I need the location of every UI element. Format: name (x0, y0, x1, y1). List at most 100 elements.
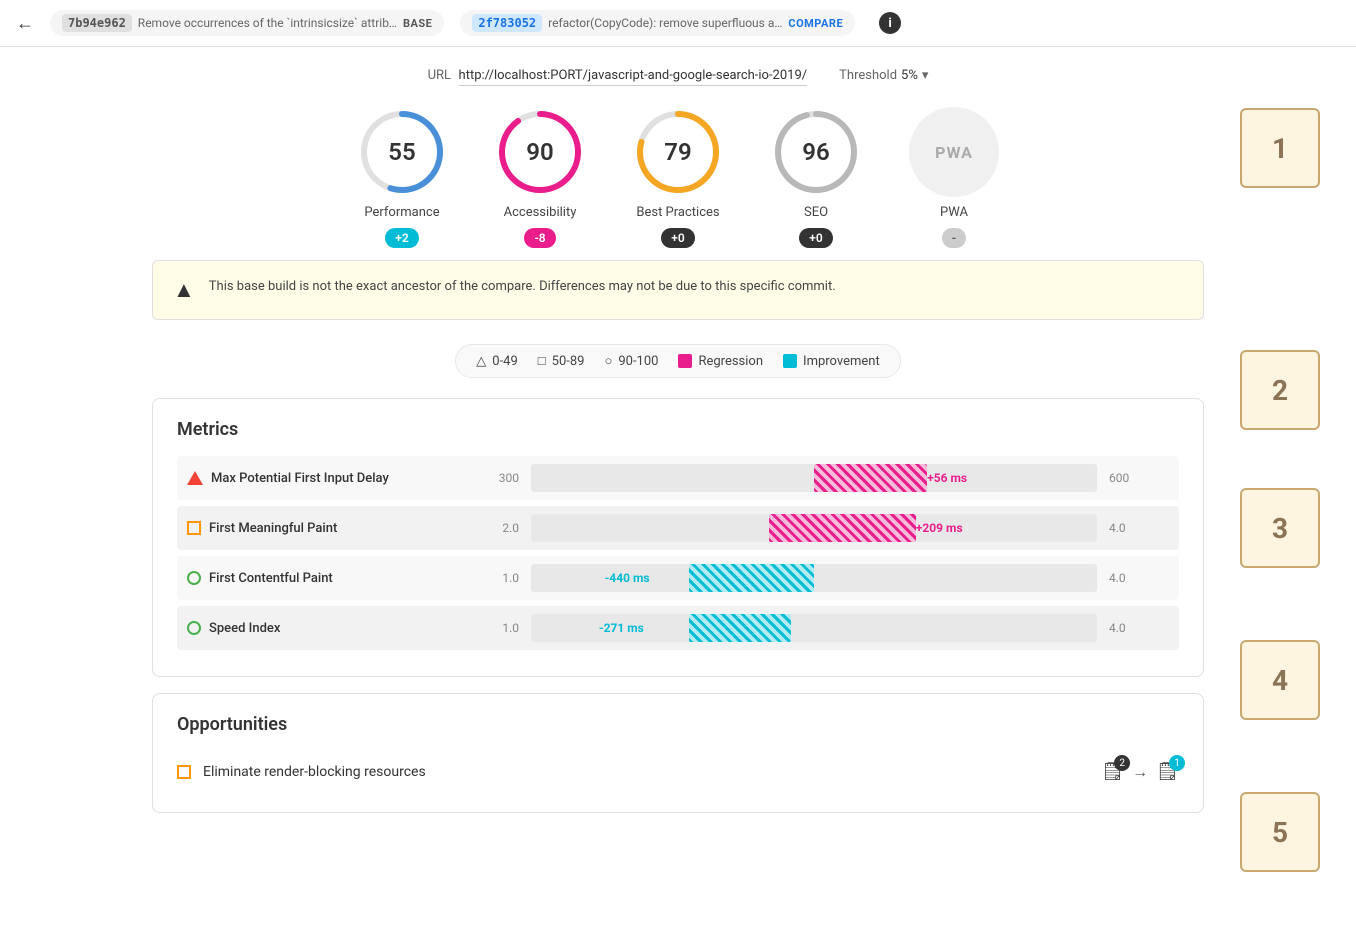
compare-tag: COMPARE (788, 17, 843, 30)
compare-count-badge: 1 (1169, 755, 1185, 771)
legend-improvement-label: Improvement (803, 354, 880, 369)
legend-circle-icon: ○ (604, 353, 612, 369)
arrow-right-icon: → (1132, 762, 1148, 782)
performance-value: 55 (388, 138, 415, 166)
fid-bar-label: +56 ms (927, 471, 967, 485)
si-max: 4.0 (1109, 621, 1169, 635)
fid-bar-segment (814, 464, 927, 492)
metric-max-potential-fid: Max Potential First Input Delay 300 +56 … (177, 456, 1179, 500)
threshold-label: Threshold (839, 68, 897, 83)
fcp-bar-label: -440 ms (605, 571, 650, 585)
info-icon[interactable]: i (879, 12, 901, 34)
fid-min: 300 (459, 471, 519, 485)
fid-label: Max Potential First Input Delay (211, 471, 389, 486)
opportunities-title: Opportunities (177, 714, 1179, 735)
fid-bar: +56 ms (531, 464, 1097, 492)
annotation-box-3: 3 (1240, 488, 1320, 568)
score-performance: 55 Performance +2 (357, 107, 447, 248)
accessibility-badge: -8 (524, 228, 555, 248)
threshold-value: 5% (901, 68, 918, 83)
best-practices-label: Best Practices (636, 205, 719, 220)
opp-name: Eliminate render-blocking resources (203, 764, 426, 780)
legend-90-100: ○ 90-100 (604, 353, 658, 369)
url-value: http://localhost:PORT/javascript-and-goo… (459, 68, 808, 86)
annotation-box-5: 5 (1240, 792, 1320, 872)
seo-value: 96 (802, 138, 829, 166)
score-pwa: PWA PWA - (909, 107, 999, 248)
compare-report-button[interactable]: 🗒 1 (1156, 761, 1179, 782)
base-report-button[interactable]: 🗒 2 (1101, 761, 1124, 782)
metric-name-fid: Max Potential First Input Delay (187, 471, 447, 486)
score-seo: 96 SEO +0 (771, 107, 861, 248)
compare-hash: 2f783052 (472, 14, 542, 32)
legend-90-100-label: 90-100 (618, 354, 658, 369)
best-practices-badge: +0 (661, 228, 694, 248)
legend: △ 0-49 □ 50-89 ○ 90-100 Regression Impro… (455, 344, 900, 378)
top-bar: ← 7b94e962 Remove occurrences of the `in… (0, 0, 1356, 47)
metric-first-meaningful-paint: First Meaningful Paint 2.0 +209 ms 4.0 (177, 506, 1179, 550)
warning-triangle-icon: ▲ (173, 277, 195, 303)
opp-action-icons: 🗒 2 → 🗒 1 (1101, 761, 1179, 782)
score-best-practices: 79 Best Practices +0 (633, 107, 723, 248)
seo-circle: 96 (771, 107, 861, 197)
opportunity-row-render-blocking: Eliminate render-blocking resources 🗒 2 … (177, 751, 1179, 792)
annotation-box-4: 4 (1240, 640, 1320, 720)
accessibility-value: 90 (526, 138, 553, 166)
circle-icon-fcp (187, 571, 201, 585)
warning-text: This base build is not the exact ancesto… (209, 277, 836, 297)
performance-badge: +2 (385, 228, 418, 248)
square-icon-opp (177, 765, 191, 779)
threshold-control[interactable]: Threshold 5% ▾ (839, 68, 928, 83)
base-tag: BASE (403, 17, 432, 30)
fcp-bar-segment (689, 564, 814, 592)
back-button[interactable]: ← (16, 13, 34, 34)
si-bar: -271 ms (531, 614, 1097, 642)
base-count-badge: 2 (1114, 755, 1130, 771)
base-commit-pill: 7b94e962 Remove occurrences of the `intr… (50, 10, 444, 36)
fcp-label: First Contentful Paint (209, 571, 333, 586)
base-hash: 7b94e962 (62, 14, 132, 32)
triangle-icon-fid (187, 471, 203, 485)
threshold-chevron-icon: ▾ (922, 68, 929, 83)
legend-square-icon: □ (538, 353, 546, 369)
fcp-max: 4.0 (1109, 571, 1169, 585)
url-label: URL (428, 68, 451, 83)
pwa-display: PWA (935, 143, 973, 162)
pwa-badge: - (942, 228, 966, 248)
pwa-label: PWA (940, 205, 968, 220)
si-bar-segment (689, 614, 791, 642)
legend-regression-label: Regression (698, 354, 763, 369)
annotation-box-1: 1 (1240, 108, 1320, 188)
fcp-min: 1.0 (459, 571, 519, 585)
base-description: Remove occurrences of the `intrinsicsize… (138, 16, 397, 30)
regression-swatch (678, 354, 692, 368)
legend-improvement: Improvement (783, 353, 880, 369)
seo-label: SEO (804, 205, 828, 220)
best-practices-circle: 79 (633, 107, 723, 197)
fmp-label: First Meaningful Paint (209, 521, 337, 536)
metrics-section: Metrics Max Potential First Input Delay … (152, 398, 1204, 677)
accessibility-circle: 90 (495, 107, 585, 197)
metric-first-contentful-paint: First Contentful Paint 1.0 -440 ms 4.0 (177, 556, 1179, 600)
fmp-max: 4.0 (1109, 521, 1169, 535)
legend-50-89-label: 50-89 (552, 354, 585, 369)
compare-description: refactor(CopyCode): remove superfluous a… (548, 16, 782, 30)
fmp-bar: +209 ms (531, 514, 1097, 542)
legend-0-49-label: 0-49 (492, 354, 518, 369)
performance-label: Performance (364, 205, 439, 220)
fmp-min: 2.0 (459, 521, 519, 535)
legend-50-89: □ 50-89 (538, 353, 585, 369)
legend-regression: Regression (678, 353, 763, 369)
fmp-bar-label: +209 ms (916, 521, 963, 535)
url-bar: URL http://localhost:PORT/javascript-and… (152, 67, 1204, 83)
performance-circle: 55 (357, 107, 447, 197)
si-min: 1.0 (459, 621, 519, 635)
fcp-bar: -440 ms (531, 564, 1097, 592)
metric-name-si: Speed Index (187, 621, 447, 636)
improvement-swatch (783, 354, 797, 368)
legend-0-49: △ 0-49 (476, 353, 518, 369)
metric-name-fmp: First Meaningful Paint (187, 521, 447, 536)
pwa-circle: PWA (909, 107, 999, 197)
fmp-bar-segment (769, 514, 916, 542)
metrics-title: Metrics (177, 419, 1179, 440)
